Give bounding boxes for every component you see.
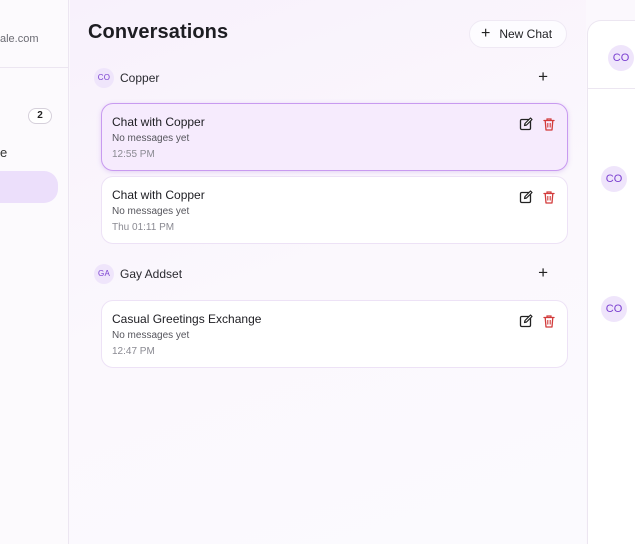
chat-card[interactable]: Chat with Copper No messages yet Thu 01:…: [101, 176, 568, 244]
header-avatar: CO: [608, 45, 634, 71]
add-chat-icon[interactable]: +: [538, 68, 548, 86]
user-email: ale.com: [0, 33, 39, 45]
sidebar-divider: [0, 67, 68, 68]
message-avatar: CO: [601, 166, 627, 192]
message-avatar: CO: [601, 296, 627, 322]
chat-preview: No messages yet: [112, 133, 190, 144]
sidebar-item-label[interactable]: e: [0, 145, 7, 160]
group-header-copper[interactable]: CO Copper +: [94, 67, 556, 89]
avatar: GA: [94, 264, 114, 284]
count-badge: 2: [28, 108, 52, 124]
page-title: Conversations: [88, 21, 229, 43]
add-chat-icon[interactable]: +: [538, 264, 548, 282]
chat-view-panel: CO CO CO: [587, 20, 635, 544]
conversations-panel: Conversations + New Chat CO Copper + Cha…: [70, 0, 586, 544]
sidebar-item-active[interactable]: [0, 171, 58, 203]
chat-card[interactable]: Casual Greetings Exchange No messages ye…: [101, 300, 568, 368]
trash-icon[interactable]: [542, 117, 556, 131]
chat-card-active[interactable]: Chat with Copper No messages yet 12:55 P…: [101, 103, 568, 171]
trash-icon[interactable]: [542, 190, 556, 204]
chat-timestamp: 12:55 PM: [112, 149, 155, 160]
plus-icon: +: [481, 25, 491, 42]
chat-timestamp: 12:47 PM: [112, 346, 155, 357]
chat-preview: No messages yet: [112, 206, 190, 217]
group-header-gay-addset[interactable]: GA Gay Addset +: [94, 263, 556, 285]
group-name: Gay Addset: [120, 267, 183, 281]
chat-preview: No messages yet: [112, 330, 190, 341]
edit-icon[interactable]: [519, 117, 533, 131]
new-chat-button[interactable]: + New Chat: [469, 20, 567, 48]
new-chat-label: New Chat: [499, 27, 553, 41]
avatar: CO: [94, 68, 114, 88]
header-divider: [588, 88, 635, 89]
chat-title: Chat with Copper: [112, 115, 205, 129]
chat-title: Casual Greetings Exchange: [112, 312, 262, 326]
chat-title: Chat with Copper: [112, 188, 205, 202]
trash-icon[interactable]: [542, 314, 556, 328]
edit-icon[interactable]: [519, 314, 533, 328]
sidebar: ale.com 2 e: [0, 0, 69, 544]
edit-icon[interactable]: [519, 190, 533, 204]
group-name: Copper: [120, 71, 160, 85]
chat-timestamp: Thu 01:11 PM: [112, 222, 175, 233]
